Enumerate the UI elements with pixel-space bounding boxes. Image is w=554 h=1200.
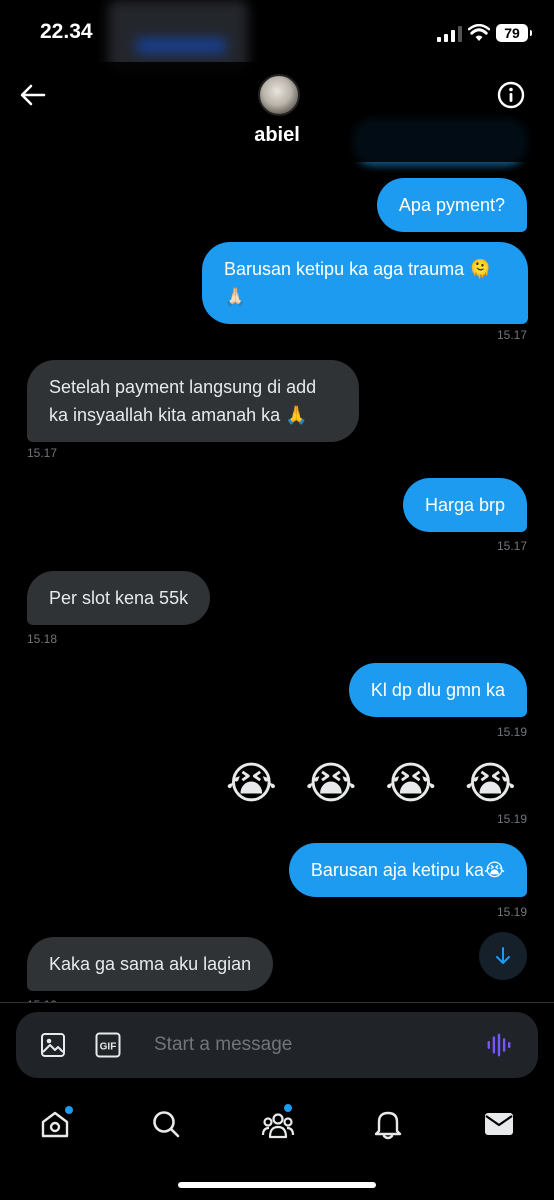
nav-notifications[interactable] <box>368 1104 408 1144</box>
voice-message-icon[interactable] <box>486 1032 512 1058</box>
envelope-icon <box>485 1113 513 1135</box>
gif-icon[interactable]: GIF <box>95 1032 121 1058</box>
message-bubble-incoming[interactable]: Per slot kena 55k <box>27 571 211 625</box>
notification-dot <box>282 1102 294 1114</box>
message-composer: GIF Start a message <box>16 1012 538 1078</box>
status-time: 22.34 <box>40 20 93 43</box>
search-icon <box>153 1111 180 1138</box>
message-timestamp: 15.17 <box>27 446 58 460</box>
avatar[interactable] <box>258 74 300 116</box>
conversation-username[interactable]: abiel <box>0 124 554 147</box>
emoji-message[interactable]: 😭 😭 😭 😭 <box>226 758 524 809</box>
notification-dot <box>63 1104 75 1116</box>
back-arrow-icon[interactable] <box>18 80 48 110</box>
scroll-to-bottom-button[interactable] <box>479 932 527 980</box>
message-timestamp: 15.17 <box>496 539 527 553</box>
arrow-down-icon <box>496 947 510 964</box>
message-timestamp: 15.19 <box>496 905 527 919</box>
message-bubble-outgoing[interactable]: Kl dp dlu gmn ka <box>348 663 527 717</box>
battery-indicator: 79 <box>496 24 532 42</box>
message-timestamp: 15.17 <box>496 328 527 342</box>
message-bubble-incoming[interactable]: Setelah payment langsung di add ka insya… <box>27 360 359 442</box>
nav-messages[interactable] <box>479 1104 519 1144</box>
composer-divider <box>0 1002 554 1003</box>
nav-search[interactable] <box>146 1104 186 1144</box>
gif-label: GIF <box>100 1042 117 1053</box>
message-input[interactable]: Start a message <box>154 1034 292 1056</box>
message-bubble-outgoing[interactable]: Barusan aja ketipu ka😭 <box>288 843 527 897</box>
info-icon[interactable] <box>496 80 526 110</box>
message-bubble-outgoing[interactable]: Apa pyment? <box>376 178 527 232</box>
message-bubble-incoming[interactable]: Kaka ga sama aku lagian <box>27 937 274 991</box>
cellular-signal-icon <box>437 26 462 42</box>
message-timestamp: 15.19 <box>496 812 527 826</box>
image-icon[interactable] <box>40 1032 66 1058</box>
nav-communities[interactable] <box>258 1102 298 1144</box>
message-timestamp: 15.19 <box>496 725 527 739</box>
home-indicator <box>178 1182 376 1188</box>
nav-home[interactable] <box>35 1104 75 1144</box>
wifi-icon <box>468 24 490 41</box>
message-timestamp: 15.18 <box>27 632 58 646</box>
bell-icon <box>374 1111 402 1140</box>
message-bubble-outgoing[interactable]: Harga brp <box>402 478 527 532</box>
message-bubble-outgoing[interactable]: Barusan ketipu ka aga trauma 🫠🙏🏻 <box>202 242 528 324</box>
